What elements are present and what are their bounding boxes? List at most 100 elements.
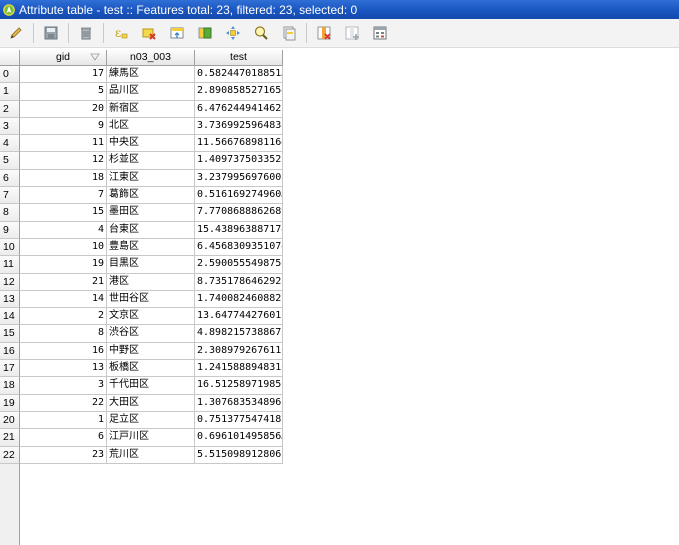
- n03_003-cell[interactable]: 文京区: [107, 308, 195, 326]
- gid-cell[interactable]: 20: [20, 100, 107, 118]
- column-header-test[interactable]: test: [195, 50, 283, 66]
- gid-cell[interactable]: 14: [20, 290, 107, 309]
- n03_003-cell[interactable]: 足立区: [107, 411, 195, 430]
- n03_003-cell[interactable]: 品川区: [107, 83, 195, 101]
- n03_003-cell[interactable]: 墨田区: [107, 204, 195, 222]
- gid-cell[interactable]: 2: [20, 308, 107, 326]
- gid-cell[interactable]: 5: [20, 83, 107, 101]
- pan-map-to-selected-button[interactable]: [221, 21, 245, 45]
- delete-selected-button[interactable]: [74, 21, 98, 45]
- gid-cell[interactable]: 17: [20, 66, 107, 84]
- test-cell[interactable]: 13.647744276012: [195, 308, 283, 326]
- test-cell[interactable]: 1.40973750335253: [195, 152, 283, 170]
- row-header[interactable]: 0: [0, 66, 20, 84]
- gid-cell[interactable]: 10: [20, 238, 107, 257]
- row-header[interactable]: 17: [0, 360, 20, 378]
- test-cell[interactable]: 0.75137754741878: [195, 411, 283, 430]
- gid-cell[interactable]: 6: [20, 429, 107, 447]
- new-column-button[interactable]: [340, 21, 364, 45]
- attribute-table[interactable]: gid n03_003 test 0 17 練馬区 0.582447018851… 1 5…: [0, 50, 283, 545]
- row-header[interactable]: 11: [0, 256, 20, 274]
- row-header[interactable]: 13: [0, 290, 20, 309]
- n03_003-cell[interactable]: 港区: [107, 273, 195, 291]
- toggle-editing-button[interactable]: [4, 21, 28, 45]
- n03_003-cell[interactable]: 江戸川区: [107, 429, 195, 447]
- gid-cell[interactable]: 16: [20, 342, 107, 361]
- test-cell[interactable]: 8.73517864629287: [195, 273, 283, 291]
- test-cell[interactable]: 7.7708688862689: [195, 204, 283, 222]
- n03_003-cell[interactable]: 大田区: [107, 394, 195, 412]
- gid-cell[interactable]: 1: [20, 411, 107, 430]
- column-header-n03_003[interactable]: n03_003: [107, 50, 195, 66]
- test-cell[interactable]: 4.89821573886738: [195, 325, 283, 343]
- row-header[interactable]: 7: [0, 187, 20, 205]
- row-header[interactable]: 20: [0, 411, 20, 430]
- n03_003-cell[interactable]: 中央区: [107, 135, 195, 153]
- row-header[interactable]: 8: [0, 204, 20, 222]
- test-cell[interactable]: 3.73699259648381: [195, 117, 283, 136]
- gid-cell[interactable]: 11: [20, 135, 107, 153]
- n03_003-cell[interactable]: 荒川区: [107, 446, 195, 464]
- test-cell[interactable]: 2.59005554987561: [195, 256, 283, 274]
- test-cell[interactable]: 0.696101495856…: [195, 429, 283, 447]
- select-all-corner[interactable]: [0, 50, 20, 66]
- test-cell[interactable]: 1.74008246088276: [195, 290, 283, 309]
- gid-cell[interactable]: 23: [20, 446, 107, 464]
- zoom-map-to-selected-button[interactable]: [249, 21, 273, 45]
- gid-cell[interactable]: 9: [20, 117, 107, 136]
- test-cell[interactable]: 5.51509891280658: [195, 446, 283, 464]
- n03_003-cell[interactable]: 板橋区: [107, 360, 195, 378]
- n03_003-cell[interactable]: 葛飾区: [107, 187, 195, 205]
- row-header[interactable]: 4: [0, 135, 20, 153]
- n03_003-cell[interactable]: 江東区: [107, 169, 195, 188]
- unselect-all-button[interactable]: [137, 21, 161, 45]
- gid-cell[interactable]: 21: [20, 273, 107, 291]
- test-cell[interactable]: 1.30768353489613: [195, 394, 283, 412]
- n03_003-cell[interactable]: 世田谷区: [107, 290, 195, 309]
- n03_003-cell[interactable]: 北区: [107, 117, 195, 136]
- gid-cell[interactable]: 18: [20, 169, 107, 188]
- test-cell[interactable]: 16.5125897198526: [195, 377, 283, 395]
- n03_003-cell[interactable]: 中野区: [107, 342, 195, 361]
- row-header[interactable]: 10: [0, 238, 20, 257]
- test-cell[interactable]: 2.30897926761102: [195, 342, 283, 361]
- row-header[interactable]: 18: [0, 377, 20, 395]
- test-cell[interactable]: 6.4762449414627: [195, 100, 283, 118]
- row-header[interactable]: 5: [0, 152, 20, 170]
- gid-cell[interactable]: 7: [20, 187, 107, 205]
- gid-cell[interactable]: 19: [20, 256, 107, 274]
- test-cell[interactable]: 1.24158889483162: [195, 360, 283, 378]
- n03_003-cell[interactable]: 新宿区: [107, 100, 195, 118]
- n03_003-cell[interactable]: 渋谷区: [107, 325, 195, 343]
- n03_003-cell[interactable]: 台東区: [107, 221, 195, 239]
- row-header[interactable]: 19: [0, 394, 20, 412]
- test-cell[interactable]: 0.516169274960…: [195, 187, 283, 205]
- save-edits-button[interactable]: [39, 21, 63, 45]
- delete-column-button[interactable]: [312, 21, 336, 45]
- test-cell[interactable]: 2.8908585271654: [195, 83, 283, 101]
- n03_003-cell[interactable]: 千代田区: [107, 377, 195, 395]
- gid-cell[interactable]: 8: [20, 325, 107, 343]
- select-by-expression-button[interactable]: ε: [109, 21, 133, 45]
- gid-cell[interactable]: 22: [20, 394, 107, 412]
- n03_003-cell[interactable]: 練馬区: [107, 66, 195, 84]
- row-header[interactable]: 6: [0, 169, 20, 188]
- gid-cell[interactable]: 4: [20, 221, 107, 239]
- move-selection-to-top-button[interactable]: [165, 21, 189, 45]
- column-header-gid[interactable]: gid: [20, 50, 107, 66]
- row-header[interactable]: 14: [0, 308, 20, 326]
- test-cell[interactable]: 11.5667689811643: [195, 135, 283, 153]
- copy-selected-rows-button[interactable]: [277, 21, 301, 45]
- field-calculator-button[interactable]: [368, 21, 392, 45]
- row-header[interactable]: 22: [0, 446, 20, 464]
- n03_003-cell[interactable]: 杉並区: [107, 152, 195, 170]
- row-header[interactable]: 2: [0, 100, 20, 118]
- test-cell[interactable]: 0.582447018851…: [195, 66, 283, 84]
- gid-cell[interactable]: 3: [20, 377, 107, 395]
- n03_003-cell[interactable]: 目黒区: [107, 256, 195, 274]
- gid-cell[interactable]: 13: [20, 360, 107, 378]
- n03_003-cell[interactable]: 豊島区: [107, 238, 195, 257]
- row-header[interactable]: 1: [0, 83, 20, 101]
- row-header[interactable]: 21: [0, 429, 20, 447]
- test-cell[interactable]: 15.4389638871748: [195, 221, 283, 239]
